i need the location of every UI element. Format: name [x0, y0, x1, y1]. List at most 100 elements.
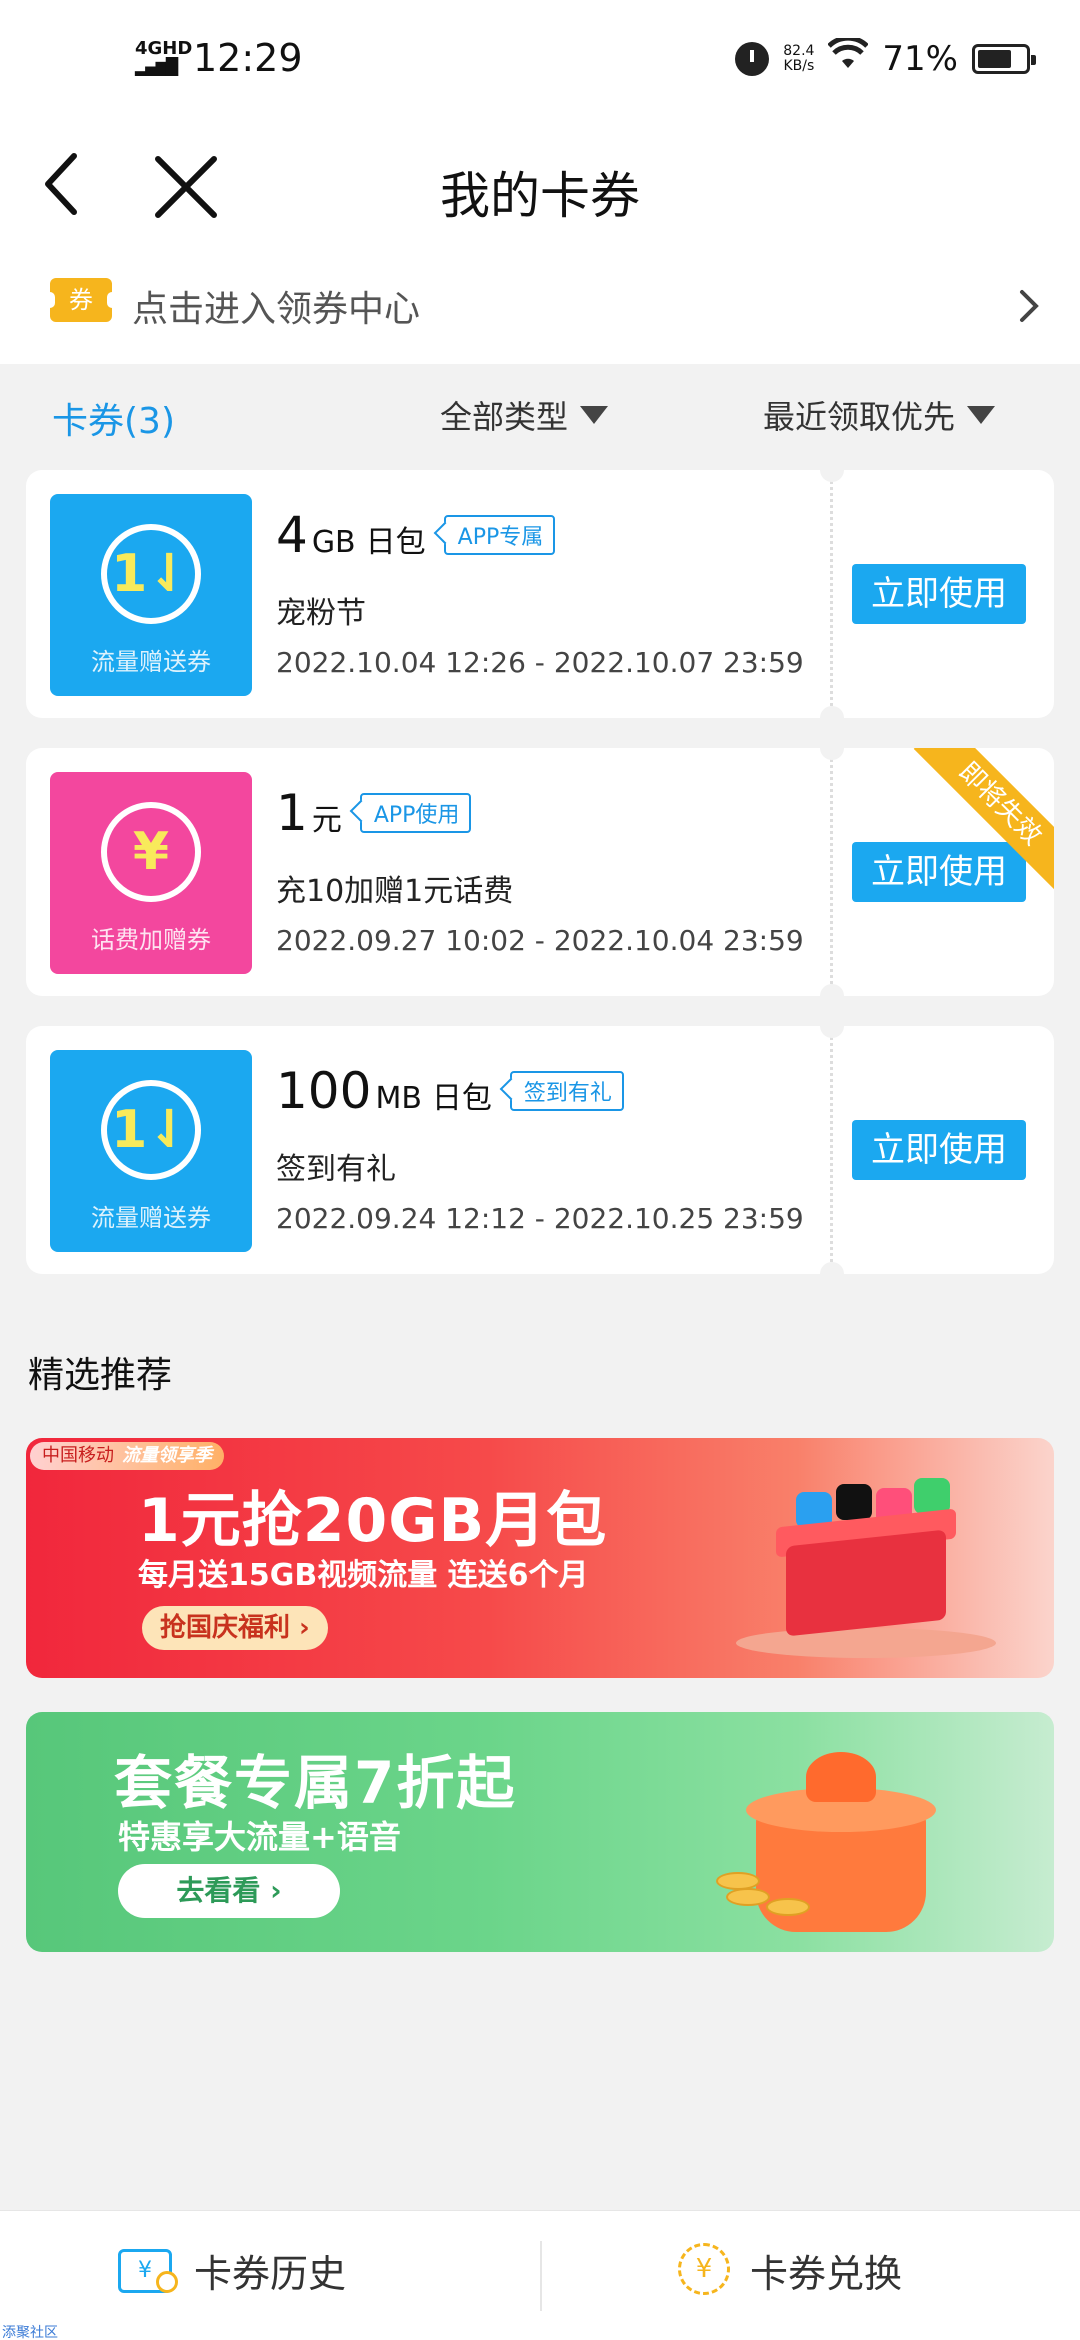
card-notch: [820, 706, 844, 718]
coin-icon: [726, 1888, 770, 1906]
filter-bar: 卡券(3) 全部类型 最近领取优先: [0, 366, 1080, 466]
chevron-right-icon: [1020, 290, 1039, 322]
triangle-down-icon: [580, 406, 609, 424]
card-notch: [820, 470, 844, 482]
coupon-desc: 充10加赠1元话费: [276, 874, 514, 909]
promo-cta-button[interactable]: 去看看 ›: [118, 1864, 340, 1918]
coupon-desc: 宠粉节: [276, 596, 366, 631]
app-icon: [836, 1484, 872, 1520]
coupon-card[interactable]: ¥ 话费加赠券 1 元 APP使用 充10加赠1元话费 2022.09.27 1…: [26, 748, 1054, 996]
gift-stage-illustration: [736, 1628, 996, 1658]
coupon-amount: 1: [276, 784, 308, 842]
promo-tagline: 流量领享季: [122, 1445, 212, 1466]
coupon-name: 1 元 APP使用: [276, 784, 472, 842]
card-notch: [820, 984, 844, 996]
bottom-divider: [540, 2241, 542, 2311]
coupon-center-label: 点击进入领券中心: [132, 289, 421, 330]
use-now-button[interactable]: 立即使用: [852, 1120, 1026, 1180]
carrier-logo-text: 中国移动: [42, 1445, 114, 1466]
battery-fill: [978, 49, 1011, 68]
bottom-action-bar: ¥ 卡券历史 ¥ 卡券兑换: [0, 2210, 1080, 2340]
coupon-desc: 签到有礼: [276, 1152, 396, 1187]
watermark: 添聚社区: [2, 2325, 58, 2340]
promo-banner-20gb[interactable]: 中国移动 流量领享季 1元抢20GB月包 每月送15GB视频流量 连送6个月 抢国…: [26, 1438, 1054, 1678]
sort-filter-label: 最近领取优先: [763, 398, 956, 436]
coupon-tag: APP使用: [359, 793, 472, 833]
coin-icon: [766, 1898, 810, 1916]
coupon-tag: APP专属: [443, 515, 556, 555]
network-type: 4GHD: [135, 38, 193, 59]
coupon-type-badge: 1⇃ 流量赠送券: [50, 494, 252, 696]
promo-headline: 1元抢20GB月包: [138, 1486, 608, 1556]
coupon-type-label: 流量赠送券: [91, 648, 211, 676]
coupon-exchange-label: 卡券兑换: [750, 2251, 903, 2296]
promo-headline: 套餐专属7折起: [114, 1749, 517, 1817]
coupon-type-label: 流量赠送券: [91, 1204, 211, 1232]
speed-unit: KB/s: [783, 57, 815, 74]
card-divider: [830, 1026, 833, 1274]
coupon-card[interactable]: 1⇃ 流量赠送券 4 GB 日包 APP专属 宠粉节 2022.10.04 12…: [26, 470, 1054, 718]
coupon-validity: 2022.09.24 12:12 - 2022.10.25 23:59: [276, 1202, 804, 1235]
status-bar: 4GHD ▂▄▆█ 12:29 82.4 KB/s 71%: [0, 0, 1080, 120]
card-notch: [820, 748, 844, 760]
gift-box-illustration: [726, 1732, 956, 1952]
wallet-clock-icon: ¥: [114, 2239, 180, 2301]
battery-percent: 71%: [882, 38, 958, 79]
coupon-tag: 签到有礼: [509, 1071, 624, 1111]
coupon-type-label: 话费加赠券: [91, 926, 211, 954]
promo-banner-plan-discount[interactable]: 套餐专属7折起 特惠享大流量+语音 去看看 ›: [26, 1712, 1054, 1952]
gift-body: [786, 1529, 946, 1637]
data-flow-icon: 1⇃: [101, 524, 201, 624]
app-icon: [914, 1478, 950, 1514]
coupon-history-button[interactable]: ¥ 卡券历史: [114, 2239, 346, 2301]
coupon-exchange-button[interactable]: ¥ 卡券兑换: [670, 2239, 902, 2301]
speed-value: 82.4: [783, 42, 815, 59]
clock-icon: [156, 2271, 178, 2293]
coupon-unit: GB: [311, 525, 356, 560]
coupon-validity: 2022.10.04 12:26 - 2022.10.07 23:59: [276, 646, 804, 679]
coupon-count-tab[interactable]: 卡券(3): [52, 392, 175, 444]
coupon-amount: 100: [276, 1062, 372, 1120]
yuan-exchange-icon: ¥: [678, 2243, 730, 2295]
coupon-validity: 2022.09.27 10:02 - 2022.10.04 23:59: [276, 924, 804, 957]
yuan-icon: ¥: [101, 802, 201, 902]
wifi-icon: [827, 35, 870, 79]
coupon-kind: 日包: [431, 1081, 492, 1116]
coupon-kind: 日包: [365, 525, 426, 560]
card-notch: [820, 1026, 844, 1038]
page-title: 我的卡券: [440, 167, 640, 225]
ticket-icon: 券: [45, 278, 117, 322]
coupon-history-label: 卡券历史: [194, 2251, 347, 2296]
coupon-amount: 4: [276, 506, 308, 564]
signal-indicator: 4GHD ▂▄▆█: [135, 40, 192, 76]
card-divider: [830, 470, 833, 718]
coupon-unit: 元: [311, 803, 342, 838]
promo-subline: 特惠享大流量+语音: [118, 1818, 401, 1856]
alarm-icon: [735, 41, 770, 76]
coupon-type-badge: 1⇃ 流量赠送券: [50, 1050, 252, 1252]
clock: 12:29: [193, 36, 303, 80]
promo-subline: 每月送15GB视频流量 连送6个月: [138, 1558, 589, 1593]
type-filter-label: 全部类型: [440, 398, 569, 436]
use-now-button[interactable]: 立即使用: [852, 842, 1026, 902]
coupon-name: 100 MB 日包 签到有礼: [276, 1062, 624, 1120]
gift-bow: [806, 1752, 876, 1802]
network-speed: 82.4 KB/s: [783, 42, 815, 74]
sort-filter-dropdown[interactable]: 最近领取优先: [763, 392, 996, 438]
promo-cta-button[interactable]: 抢国庆福利 ›: [142, 1606, 328, 1650]
type-filter-dropdown[interactable]: 全部类型: [440, 392, 609, 438]
data-flow-icon: 1⇃: [101, 1080, 201, 1180]
use-now-button[interactable]: 立即使用: [852, 564, 1026, 624]
coupon-card[interactable]: 1⇃ 流量赠送券 100 MB 日包 签到有礼 签到有礼 2022.09.24 …: [26, 1026, 1054, 1274]
card-divider: [830, 748, 833, 996]
exchange-icon: ¥: [670, 2239, 736, 2301]
card-notch: [820, 1262, 844, 1274]
app-header: 我的卡券: [0, 120, 1080, 260]
recommend-section-title: 精选推荐: [28, 1355, 173, 1396]
battery-icon: [972, 43, 1036, 74]
promo-badge: 中国移动 流量领享季: [30, 1442, 224, 1470]
triangle-down-icon: [967, 406, 996, 424]
coupon-center-entry[interactable]: 券 点击进入领券中心: [0, 260, 1080, 364]
signal-bars-icon: ▂▄▆█: [135, 57, 178, 76]
coupon-name: 4 GB 日包 APP专属: [276, 506, 556, 564]
